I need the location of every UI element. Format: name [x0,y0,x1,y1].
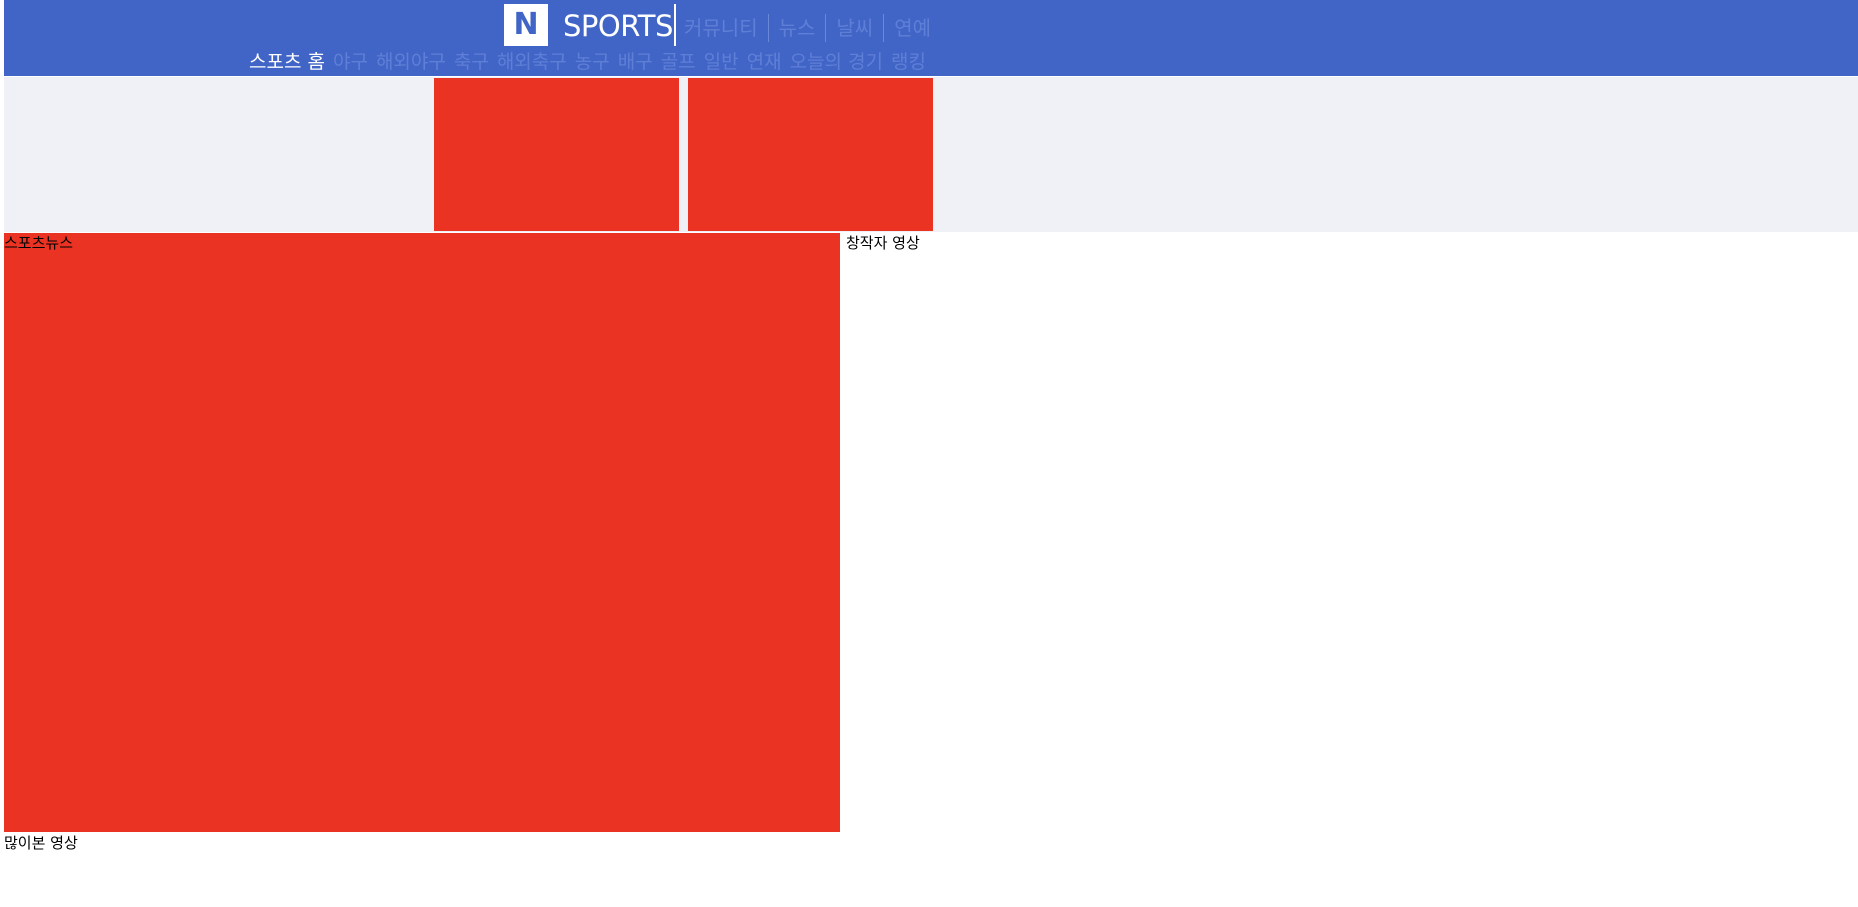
lnb-item-overseas-soccer[interactable]: 해외축구 [497,49,567,75]
section-title-sports-news: 스포츠뉴스 [4,234,74,252]
page: N SPORTS 커뮤니티 뉴스 날씨 연예 스포츠 홈 야구 해외야구 축구 … [0,0,1858,907]
gnb-divider [883,14,885,42]
gnb-item-weather[interactable]: 날씨 [836,12,873,44]
gnb-item-community[interactable]: 커뮤니티 [684,12,758,44]
gnb-divider [767,14,769,42]
gnb-divider [825,14,827,42]
lnb-item-general[interactable]: 일반 [704,49,739,75]
global-nav: 커뮤니티 뉴스 날씨 연예 [684,12,931,44]
lnb-item-ranking[interactable]: 랭킹 [891,49,926,75]
lnb-item-volleyball[interactable]: 배구 [618,49,653,75]
top-banner [4,77,1858,232]
lnb-item-sports-home[interactable]: 스포츠 홈 [249,49,325,75]
lnb-item-baseball[interactable]: 야구 [333,49,368,75]
sports-brand-title[interactable]: SPORTS [563,6,673,46]
sports-category-nav: 스포츠 홈 야구 해외야구 축구 해외축구 농구 배구 골프 일반 연재 오늘의… [249,48,926,76]
gnb-item-news[interactable]: 뉴스 [779,12,816,44]
lnb-item-overseas-baseball[interactable]: 해외야구 [376,49,446,75]
gnb-item-entertainment[interactable]: 연예 [894,12,931,44]
banner-card[interactable] [434,78,679,231]
header: N SPORTS 커뮤니티 뉴스 날씨 연예 스포츠 홈 야구 해외야구 축구 … [4,0,1858,76]
lnb-item-series[interactable]: 연재 [747,49,782,75]
lnb-item-golf[interactable]: 골프 [661,49,696,75]
lnb-item-basketball[interactable]: 농구 [575,49,610,75]
brand-divider [674,4,676,46]
naver-logo[interactable]: N [504,4,548,46]
lnb-item-todays-games[interactable]: 오늘의 경기 [790,49,883,75]
banner-card[interactable] [688,78,933,231]
lnb-item-soccer[interactable]: 축구 [454,49,489,75]
section-title-popular-videos: 많이본 영상 [4,834,78,852]
sports-news-panel[interactable] [4,233,840,832]
section-title-creator-videos: 창작자 영상 [846,234,920,252]
